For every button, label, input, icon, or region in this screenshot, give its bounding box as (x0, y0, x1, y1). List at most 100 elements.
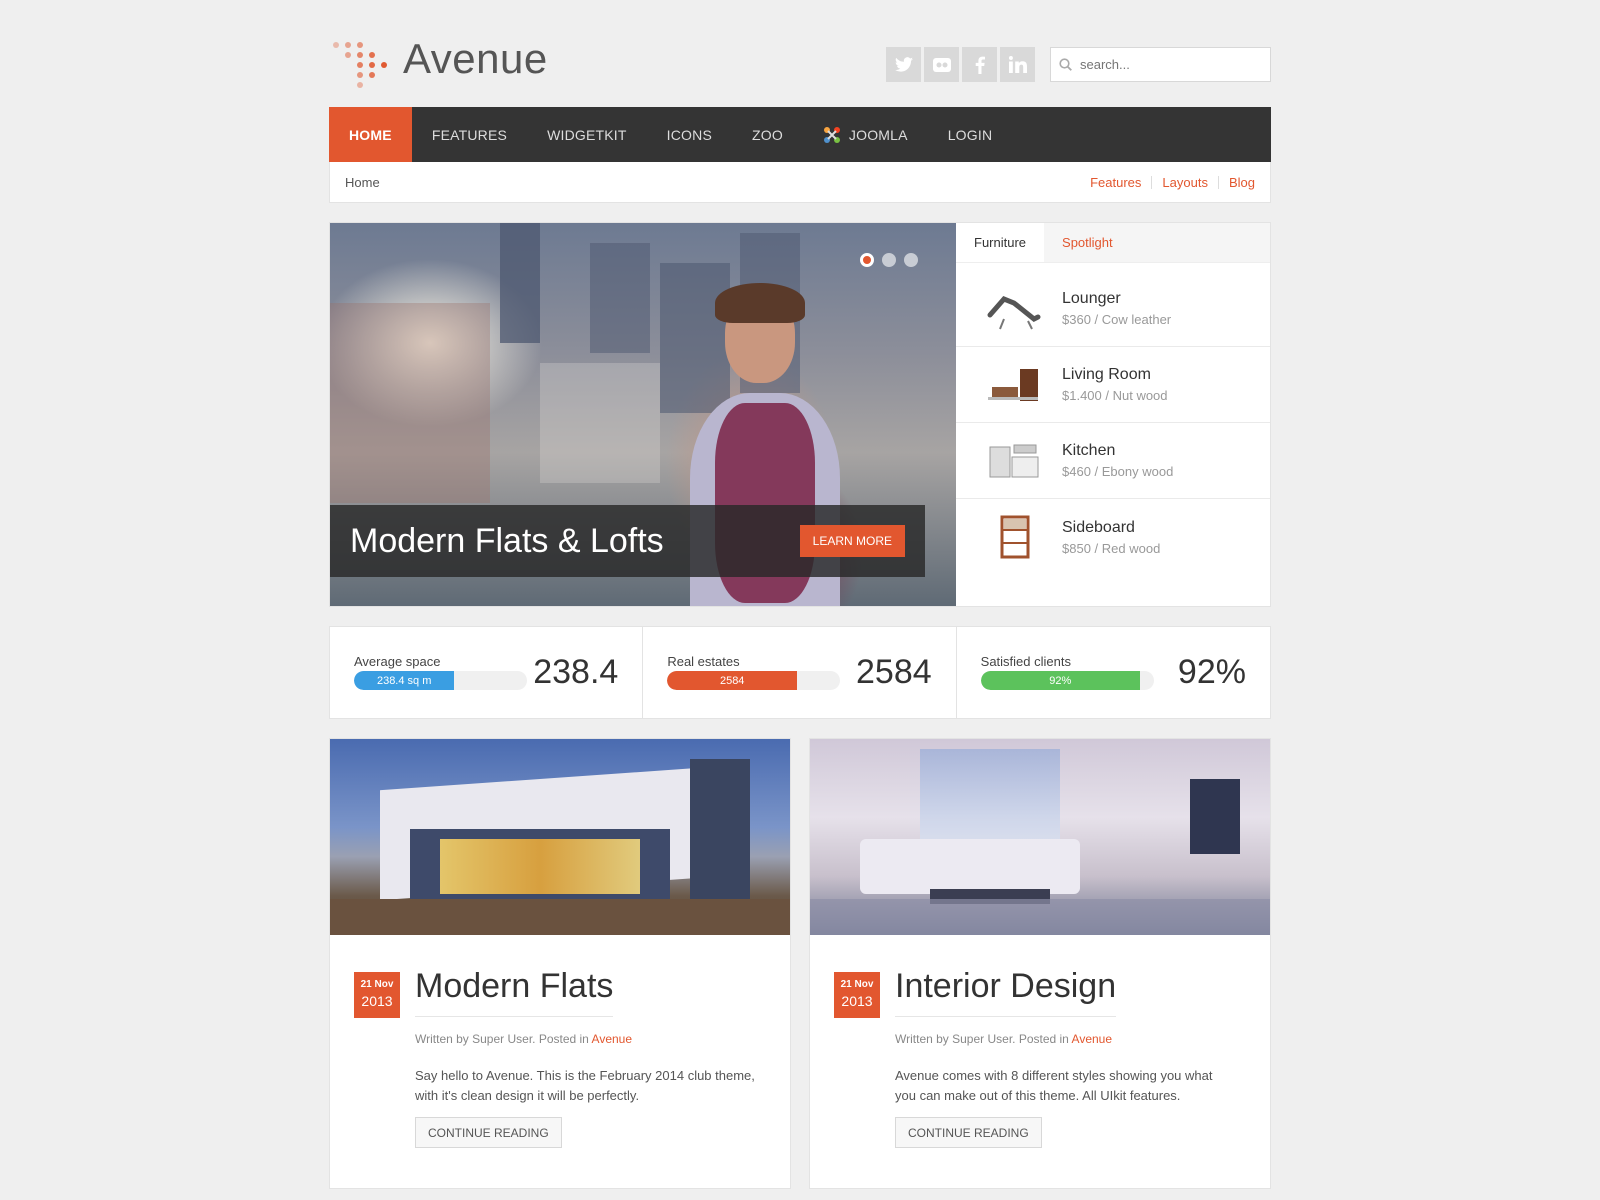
logo-text: Avenue (403, 35, 548, 82)
page-container: Avenue HOME FEATURES WIDGETKIT ICONS (329, 0, 1271, 1189)
nav-item-login[interactable]: LOGIN (928, 107, 1013, 162)
article-title[interactable]: Modern Flats (415, 967, 614, 1017)
item-name: Sideboard (1062, 518, 1135, 536)
progress-fill: 238.4 sq m (354, 671, 455, 690)
stat-value: 2584 (856, 653, 932, 691)
sub-nav-features[interactable]: Features (1090, 175, 1141, 190)
breadcrumb-bar: Home Features Layouts Blog (329, 162, 1271, 203)
nav-item-joomla[interactable]: JOOMLA (803, 107, 928, 162)
stat-average-space: Average space 238.4 sq m 238.4 (330, 627, 644, 718)
article-image[interactable] (330, 739, 790, 935)
tab-spotlight[interactable]: Spotlight (1044, 223, 1131, 262)
living-room-thumbnail (988, 368, 1038, 401)
nav-item-widgetkit[interactable]: WIDGETKIT (527, 107, 647, 162)
stat-label: Average space (354, 654, 441, 669)
article-excerpt: Say hello to Avenue. This is the Februar… (415, 1068, 755, 1103)
list-item[interactable]: Lounger $360 / Cow leather (956, 271, 1270, 347)
logo-dots-icon (331, 38, 399, 88)
article-category-link[interactable]: Avenue (592, 1032, 632, 1046)
item-meta: $460 / Ebony wood (1062, 464, 1174, 479)
hero-title: Modern Flats & Lofts (350, 521, 664, 560)
list-item[interactable]: Sideboard $850 / Red wood (956, 499, 1270, 575)
main-nav: HOME FEATURES WIDGETKIT ICONS ZOO JOOMLA… (329, 107, 1271, 162)
slide-dot-3[interactable] (904, 253, 918, 267)
date-badge: 21 Nov 2013 (354, 972, 400, 1018)
article-meta: Written by Super User. Posted in Avenue (415, 1032, 632, 1046)
furniture-list: Lounger $360 / Cow leather Living Room $… (956, 263, 1270, 575)
item-meta: $1.400 / Nut wood (1062, 388, 1168, 403)
article-meta-prefix: Written by Super User. Posted in (895, 1032, 1072, 1046)
item-name: Lounger (1062, 290, 1121, 307)
furniture-panel: Furniture Spotlight Lounger $360 / Cow l… (956, 223, 1270, 606)
slideshow-dots (860, 253, 918, 267)
list-item[interactable]: Living Room $1.400 / Nut wood (956, 347, 1270, 423)
stat-label: Satisfied clients (980, 654, 1071, 669)
hero-slideshow[interactable]: Modern Flats & Lofts LEARN MORE (330, 223, 956, 606)
item-meta: $360 / Cow leather (1062, 312, 1172, 327)
date-day: 21 Nov (840, 979, 874, 990)
progress-bar: 92% (980, 671, 1154, 690)
article-card: 21 Nov 2013 Interior Design Written by S… (809, 738, 1271, 1189)
search-icon (1059, 58, 1072, 71)
progress-bar: 2584 (667, 671, 841, 690)
tab-furniture[interactable]: Furniture (956, 223, 1045, 262)
learn-more-button[interactable]: LEARN MORE (799, 525, 905, 557)
slide-dot-2[interactable] (882, 253, 896, 267)
site-header: Avenue (329, 0, 1271, 107)
stat-real-estates: Real estates 2584 2584 (643, 627, 957, 718)
nav-item-home[interactable]: HOME (329, 107, 412, 162)
stat-value: 238.4 (533, 653, 619, 691)
divider (1151, 175, 1153, 189)
lounger-thumbnail (987, 295, 1041, 329)
item-name: Kitchen (1062, 442, 1116, 459)
nav-item-joomla-label: JOOMLA (848, 126, 908, 143)
progress-fill: 2584 (667, 671, 798, 690)
stat-value: 92% (1177, 653, 1246, 691)
continue-reading-button[interactable]: CONTINUE READING (895, 1117, 1042, 1148)
progress-bar: 238.4 sq m (354, 671, 527, 690)
article-meta-prefix: Written by Super User. Posted in (415, 1032, 592, 1046)
nav-item-features[interactable]: FEATURES (412, 107, 527, 162)
date-day: 21 Nov (360, 979, 394, 990)
article-meta: Written by Super User. Posted in Avenue (895, 1032, 1112, 1046)
progress-fill: 92% (980, 671, 1140, 690)
social-links (886, 47, 1035, 82)
search-input[interactable] (1080, 57, 1250, 72)
article-card: 21 Nov 2013 Modern Flats Written by Supe… (329, 738, 791, 1189)
article-excerpt: Avenue comes with 8 different styles sho… (895, 1068, 1213, 1103)
twitter-icon[interactable] (886, 47, 921, 82)
flickr-icon[interactable] (924, 47, 959, 82)
stat-satisfied-clients: Satisfied clients 92% 92% (957, 627, 1270, 718)
item-meta: $850 / Red wood (1062, 540, 1161, 556)
divider (1217, 175, 1219, 189)
search-box[interactable] (1050, 47, 1271, 82)
nav-item-zoo[interactable]: ZOO (732, 107, 803, 162)
article-title[interactable]: Interior Design (895, 967, 1117, 1017)
article-grid: 21 Nov 2013 Modern Flats Written by Supe… (329, 738, 1271, 1189)
kitchen-thumbnail (989, 444, 1039, 477)
sub-nav-blog[interactable]: Blog (1229, 175, 1255, 190)
linkedin-icon[interactable] (1000, 47, 1035, 82)
sub-nav: Features Layouts Blog (1090, 175, 1255, 190)
continue-reading-button[interactable]: CONTINUE READING (415, 1117, 562, 1148)
hero-caption: Modern Flats & Lofts LEARN MORE (330, 505, 925, 577)
date-year: 2013 (841, 993, 873, 1009)
stats-bar: Average space 238.4 sq m 238.4 Real esta… (329, 626, 1271, 719)
sideboard-thumbnail (1000, 515, 1030, 559)
list-item[interactable]: Kitchen $460 / Ebony wood (956, 423, 1270, 499)
slide-dot-1[interactable] (860, 253, 874, 267)
hero-section: Modern Flats & Lofts LEARN MORE Furnitur… (329, 222, 1271, 607)
item-name: Living Room (1062, 366, 1151, 383)
article-image[interactable] (810, 739, 1270, 935)
breadcrumb-home[interactable]: Home (345, 175, 380, 190)
facebook-icon[interactable] (962, 47, 997, 82)
logo[interactable]: Avenue (331, 35, 548, 88)
sub-nav-layouts[interactable]: Layouts (1162, 175, 1208, 190)
article-category-link[interactable]: Avenue (1072, 1032, 1112, 1046)
date-badge: 21 Nov 2013 (834, 972, 880, 1018)
joomla-icon (823, 126, 840, 143)
stat-label: Real estates (667, 654, 740, 669)
tab-bar: Furniture Spotlight (956, 223, 1270, 263)
nav-item-icons[interactable]: ICONS (647, 107, 732, 162)
date-year: 2013 (361, 993, 393, 1009)
